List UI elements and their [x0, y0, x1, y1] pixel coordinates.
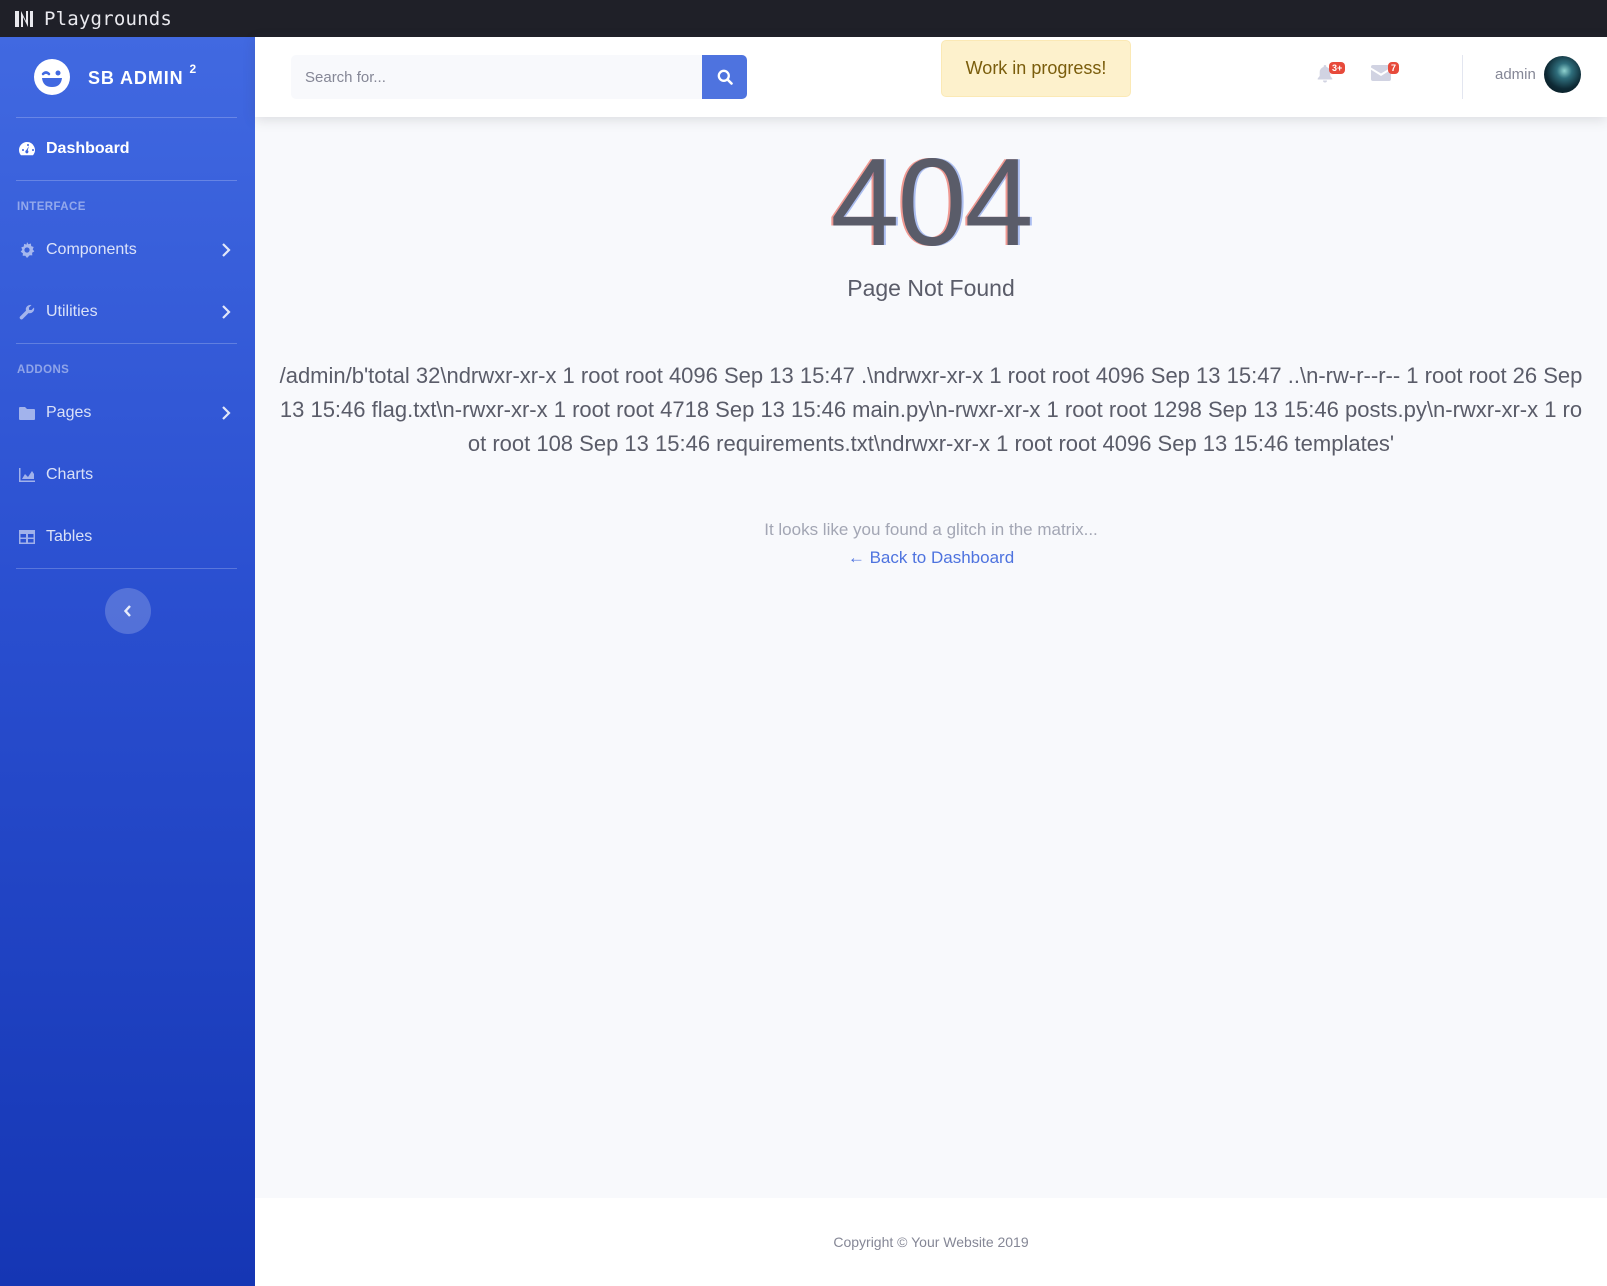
chevron-right-icon	[222, 243, 231, 257]
error-title: Page Not Found	[847, 275, 1015, 301]
sidebar-toggle-button[interactable]	[104, 588, 151, 634]
copyright-text: Copyright © Your Website 2019	[833, 1234, 1029, 1250]
sidebar-item-tables[interactable]: Tables	[0, 506, 255, 568]
sidebar-item-label: Components	[46, 241, 137, 258]
chevron-right-icon	[222, 305, 231, 319]
app-title: Playgrounds	[44, 7, 173, 30]
main-content: 404 Page Not Found /admin/b'total 32\ndr…	[255, 117, 1607, 1198]
messages-dropdown[interactable]: 7	[1371, 62, 1400, 89]
error-code: 404	[830, 134, 1034, 272]
sidebar-item-label: Pages	[46, 404, 92, 421]
sidebar-heading-addons: ADDONS	[17, 364, 70, 376]
error-path-output: /admin/b'total 32\ndrwxr-xr-x 1 root roo…	[279, 363, 1583, 456]
cog-icon	[18, 241, 36, 259]
avatar[interactable]	[1544, 56, 1581, 93]
topbar-divider	[1462, 55, 1463, 99]
sidebar-item-pages[interactable]: Pages	[0, 382, 255, 444]
topbar: Work in progress! 3+ 7 admin	[255, 37, 1607, 117]
search-button[interactable]	[702, 55, 747, 99]
search-icon	[717, 69, 733, 85]
chevron-left-icon	[123, 605, 131, 617]
tachometer-icon	[18, 140, 36, 158]
sidebar-heading-interface: INTERFACE	[17, 201, 86, 213]
sidebar-item-label: Dashboard	[46, 140, 130, 157]
alerts-count-badge: 3+	[1329, 62, 1346, 74]
sidebar-item-charts[interactable]: Charts	[0, 444, 255, 506]
table-icon	[18, 528, 36, 546]
work-in-progress-notice: Work in progress!	[941, 40, 1131, 97]
app-bar: Playgrounds	[0, 0, 1607, 37]
alerts-dropdown[interactable]: 3+	[1317, 62, 1346, 89]
laugh-wink-icon	[34, 59, 70, 95]
playgrounds-logo-icon	[14, 9, 36, 29]
sidebar-item-label: Charts	[46, 466, 94, 483]
sidebar-item-label: Utilities	[46, 303, 98, 320]
sidebar: SB ADMIN 2 Dashboard INTERFACE Components…	[0, 37, 255, 1286]
sidebar-item-label: Tables	[46, 528, 93, 545]
folder-icon	[18, 404, 36, 422]
chevron-right-icon	[222, 406, 231, 420]
glitch-message: It looks like you found a glitch in the …	[764, 520, 1098, 539]
sidebar-toggle-wrap	[0, 569, 255, 634]
sidebar-item-components[interactable]: Components	[0, 219, 255, 281]
footer: Copyright © Your Website 2019	[255, 1198, 1607, 1286]
sidebar-brand[interactable]: SB ADMIN 2	[0, 37, 255, 117]
back-to-dashboard-link[interactable]: ← Back to Dashboard	[255, 548, 1607, 568]
search-form	[291, 55, 747, 99]
messages-count-badge: 7	[1388, 62, 1400, 74]
brand-name: SB ADMIN 2	[88, 61, 198, 88]
user-name[interactable]: admin	[1495, 66, 1536, 83]
sidebar-item-utilities[interactable]: Utilities	[0, 281, 255, 343]
area-chart-icon	[18, 466, 36, 484]
search-input[interactable]	[291, 55, 703, 99]
wrench-icon	[18, 303, 36, 321]
sidebar-item-dashboard[interactable]: Dashboard	[0, 118, 255, 180]
